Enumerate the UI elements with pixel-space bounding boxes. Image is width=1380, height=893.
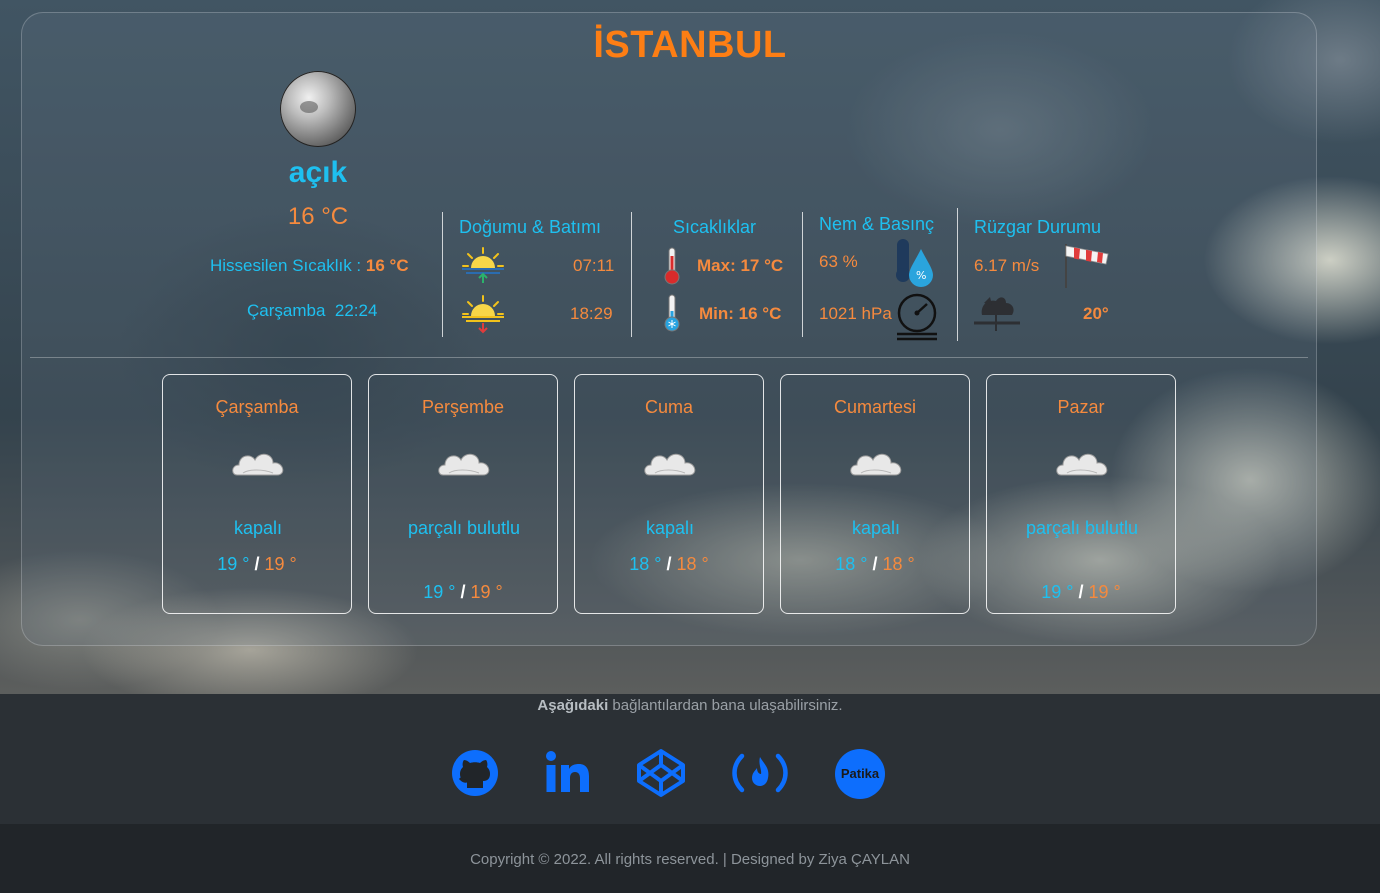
section-divider [30, 357, 1308, 358]
thermometer-cold-icon [664, 294, 680, 332]
divider [957, 208, 958, 341]
svg-text:%: % [916, 269, 926, 282]
cloud-icon [850, 453, 902, 476]
forecast-day: Perşembe [421, 397, 505, 417]
current-day: Çarşamba [247, 301, 326, 320]
forecast-temps: 19 ° / 19 ° [987, 582, 1175, 603]
forecast-max: 18 ° [676, 554, 709, 574]
forecast-description: parçalı bulutlu [407, 518, 521, 538]
contact-text: Aşağıdaki bağlantılardan bana ulaşabilir… [0, 697, 1380, 714]
forecast-day: Cuma [644, 397, 693, 417]
forecast-temps: 19 ° / 19 ° [369, 582, 557, 603]
forecast-card-3: Cumartesi kapalı 18 ° / 18 ° [780, 374, 970, 614]
temps-title: Sıcaklıklar [673, 217, 757, 237]
cloud-icon [232, 453, 284, 476]
moon-icon [280, 71, 356, 147]
forecast-max: 19 ° [470, 582, 503, 602]
windsock-icon [1065, 244, 1109, 288]
temp-separator: / [872, 554, 878, 574]
forecast-temps: 19 ° / 19 ° [163, 554, 351, 575]
sunrise-time: 07:11 [573, 256, 615, 275]
feels-like-value: 16 °C [365, 256, 409, 275]
forecast-card-1: Perşembe parçalı bulutlu 19 ° / 19 ° [368, 374, 558, 614]
forecast-description: kapalı [851, 518, 901, 538]
humidity-value: 63 % [819, 252, 858, 271]
temp-separator: / [254, 554, 260, 574]
forecast-temps: 18 ° / 18 ° [575, 554, 763, 575]
forecast-min: 18 ° [629, 554, 662, 574]
pressure-value: 1021 hPa [819, 304, 892, 323]
forecast-max: 18 ° [882, 554, 915, 574]
forecast-max: 19 ° [1088, 582, 1121, 602]
cloud-icon [644, 453, 696, 476]
forecast-card-2: Cuma kapalı 18 ° / 18 ° [574, 374, 764, 614]
forecast-min: 19 ° [423, 582, 456, 602]
weathervane-icon [974, 297, 1020, 331]
feels-like-label: Hissesilen Sıcaklık : [210, 256, 362, 275]
patika-icon[interactable]: Patika [834, 748, 886, 800]
forecast-day: Çarşamba [215, 397, 299, 417]
forecast-max: 19 ° [264, 554, 297, 574]
wind-direction: 20° [1083, 304, 1109, 323]
humidity-icon: % [896, 239, 933, 287]
forecast-day: Pazar [1057, 397, 1105, 417]
current-temperature: 16 °C [287, 203, 349, 230]
temp-separator: / [460, 582, 466, 602]
divider [802, 212, 803, 337]
freecodecamp-icon[interactable] [730, 748, 790, 798]
wind-speed: 6.17 m/s [974, 256, 1040, 275]
cloud-icon [438, 453, 490, 476]
sun-title: Doğumu & Batımı [459, 217, 602, 237]
forecast-day: Cumartesi [833, 397, 917, 417]
copyright-text: Copyright © 2022. All rights reserved. |… [470, 851, 910, 868]
humidity-title: Nem & Basınç [819, 214, 935, 234]
forecast-min: 18 ° [835, 554, 868, 574]
linkedin-icon[interactable] [545, 748, 591, 798]
contact-bold: Aşağıdaki [537, 697, 609, 714]
temp-min: Min: 16 °C [699, 304, 782, 323]
forecast-description: kapalı [645, 518, 695, 538]
barometer-icon [897, 293, 937, 341]
forecast-min: 19 ° [1041, 582, 1074, 602]
patika-label: Patika [841, 766, 880, 781]
codepen-icon[interactable] [636, 748, 686, 798]
city-title: İSTANBUL [593, 24, 787, 66]
github-icon[interactable] [450, 748, 500, 798]
wind-title: Rüzgar Durumu [974, 217, 1102, 237]
current-time: 22:24 [334, 301, 378, 320]
sunrise-icon [462, 247, 504, 283]
forecast-description: kapalı [233, 518, 283, 538]
sunset-time: 18:29 [570, 304, 613, 323]
feels-like: Hissesilen Sıcaklık : 16 °C [210, 256, 409, 276]
current-description: açık [288, 156, 348, 189]
divider [631, 212, 632, 337]
sunset-icon [462, 295, 504, 334]
forecast-temps: 18 ° / 18 ° [781, 554, 969, 575]
divider [442, 212, 443, 337]
forecast-description: parçalı bulutlu [1025, 518, 1139, 538]
forecast-min: 19 ° [217, 554, 250, 574]
contact-rest: bağlantılardan bana ulaşabilirsiniz. [608, 697, 843, 714]
temp-separator: / [1078, 582, 1084, 602]
cloud-icon [1056, 453, 1108, 476]
forecast-card-0: Çarşamba kapalı 19 ° / 19 ° [162, 374, 352, 614]
forecast-card-4: Pazar parçalı bulutlu 19 ° / 19 ° [986, 374, 1176, 614]
thermometer-hot-icon [664, 247, 680, 285]
temp-separator: / [666, 554, 672, 574]
temp-max: Max: 17 °C [697, 256, 784, 275]
current-day-time: Çarşamba 22:24 [247, 301, 377, 321]
